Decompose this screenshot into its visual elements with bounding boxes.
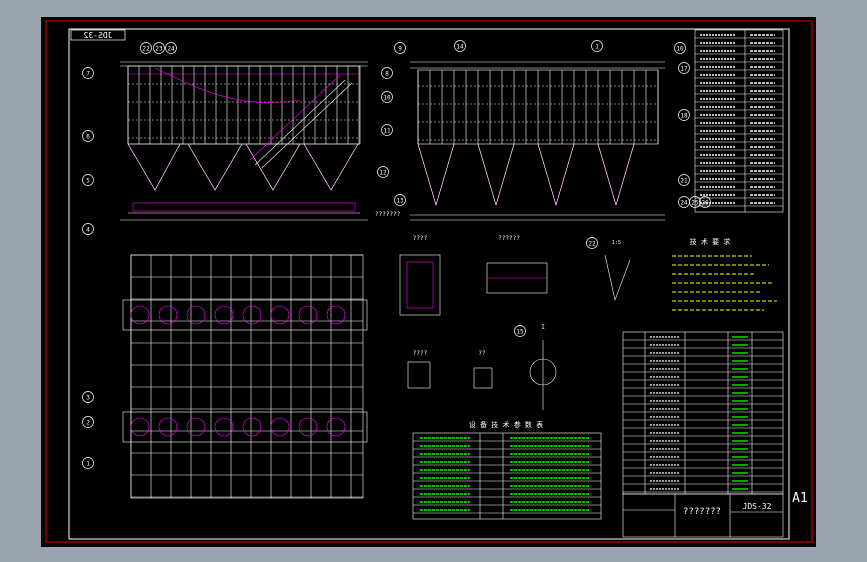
title-block-name: ??????? xyxy=(683,507,721,517)
svg-text:25: 25 xyxy=(691,200,699,207)
cad-drawing-canvas: JDS-32 技 术 要 求 设 备 技 术 参 数 表 ??????? JDS… xyxy=(0,0,867,562)
svg-text:4: 4 xyxy=(86,227,90,234)
svg-text:12: 12 xyxy=(379,170,387,177)
svg-text:1: 1 xyxy=(86,461,90,468)
svg-text:23: 23 xyxy=(155,46,163,53)
section-label: I xyxy=(541,324,545,331)
svg-text:24: 24 xyxy=(680,200,688,207)
svg-text:1: 1 xyxy=(595,44,599,51)
svg-text:18: 18 xyxy=(680,113,688,120)
svg-text:11: 11 xyxy=(383,128,391,135)
svg-text:3: 3 xyxy=(86,395,90,402)
svg-text:6: 6 xyxy=(86,134,90,141)
svg-text:9: 9 xyxy=(398,46,402,53)
svg-text:16: 16 xyxy=(676,46,684,53)
svg-text:14: 14 xyxy=(456,44,464,51)
svg-text:15: 15 xyxy=(516,329,524,336)
svg-text:13: 13 xyxy=(396,198,404,205)
svg-text:26: 26 xyxy=(701,200,709,207)
svg-text:22: 22 xyxy=(588,241,596,248)
notes-title: 技 术 要 求 xyxy=(690,237,731,246)
table-title: 设 备 技 术 参 数 表 xyxy=(469,420,543,429)
svg-text:24: 24 xyxy=(167,46,175,53)
detail-title: ???? xyxy=(413,235,428,242)
svg-text:5: 5 xyxy=(86,178,90,185)
svg-text:21: 21 xyxy=(680,178,688,185)
svg-text:8: 8 xyxy=(385,71,389,78)
svg-text:17: 17 xyxy=(680,66,688,73)
svg-text:10: 10 xyxy=(383,95,391,102)
scale-label: 1:5 xyxy=(612,240,621,246)
svg-text:22: 22 xyxy=(142,46,150,53)
detail-title: ?? xyxy=(478,350,486,357)
detail-title: ???? xyxy=(413,350,428,357)
title-block-drawing-number: JDS-32 xyxy=(743,502,772,511)
svg-text:JDS-32: JDS-32 xyxy=(83,31,112,40)
svg-text:7: 7 xyxy=(86,71,90,78)
top-right-table-label: ??????? xyxy=(375,211,401,218)
svg-text:2: 2 xyxy=(86,420,90,427)
detail-title: ?????? xyxy=(498,235,520,242)
drawing-sheet xyxy=(41,17,816,547)
sheet-size-label: A1 xyxy=(792,491,808,506)
